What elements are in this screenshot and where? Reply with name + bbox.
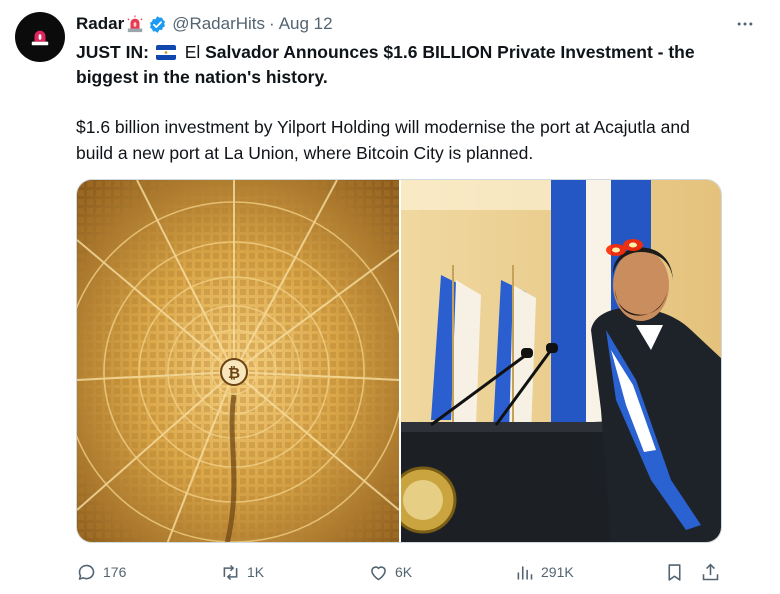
bookmark-icon bbox=[668, 563, 681, 581]
tweet-date[interactable]: Aug 12 bbox=[279, 14, 333, 34]
reply-count: 176 bbox=[103, 564, 127, 580]
city-model-drawing: ₿ bbox=[77, 180, 399, 542]
reply-button[interactable]: 176 bbox=[76, 558, 126, 586]
views-count: 291K bbox=[541, 564, 574, 580]
tweet-card[interactable]: Radar @RadarHits · Aug 12 JUST IN: El Sa… bbox=[0, 0, 780, 594]
author-handle[interactable]: @RadarHits bbox=[172, 14, 265, 34]
headline-el: El bbox=[184, 42, 201, 62]
tweet-headline: JUST IN: El Salvador Announces $1.6 BILL… bbox=[76, 40, 726, 90]
speech-drawing bbox=[401, 180, 721, 542]
tweet-actions: 176 1K 6K 291K bbox=[76, 558, 726, 586]
author-name[interactable]: Radar bbox=[76, 14, 124, 34]
reply-icon bbox=[78, 564, 95, 580]
repost-icon bbox=[223, 564, 238, 580]
heart-icon bbox=[371, 565, 386, 580]
views-chart-icon bbox=[517, 565, 533, 579]
like-count: 6K bbox=[395, 564, 413, 580]
bookmark-button[interactable] bbox=[664, 558, 685, 586]
share-icon bbox=[702, 563, 719, 580]
separator-dot: · bbox=[269, 14, 275, 33]
repost-button[interactable]: 1K bbox=[220, 558, 264, 586]
tweet-header: Radar @RadarHits · Aug 12 bbox=[76, 13, 760, 35]
headline-prefix: JUST IN: bbox=[76, 42, 149, 62]
el-salvador-flag-icon bbox=[155, 45, 176, 60]
tweet-body: $1.6 billion investment by Yilport Holdi… bbox=[76, 117, 690, 163]
president-speech-image[interactable] bbox=[401, 180, 721, 542]
author-avatar[interactable] bbox=[15, 12, 65, 62]
more-options-icon[interactable] bbox=[730, 13, 760, 35]
siren-emoji-icon bbox=[127, 15, 143, 33]
bitcoin-city-model-image[interactable]: ₿ bbox=[77, 180, 399, 542]
siren-avatar-icon bbox=[31, 30, 49, 46]
bitcoin-logo: ₿ bbox=[228, 364, 240, 382]
repost-count: 1K bbox=[247, 564, 265, 580]
verified-badge-icon[interactable] bbox=[148, 15, 167, 34]
tweet-media[interactable]: ₿ bbox=[76, 179, 722, 543]
views-button[interactable]: 291K bbox=[514, 558, 574, 586]
like-button[interactable]: 6K bbox=[368, 558, 412, 586]
share-button[interactable] bbox=[700, 558, 721, 586]
